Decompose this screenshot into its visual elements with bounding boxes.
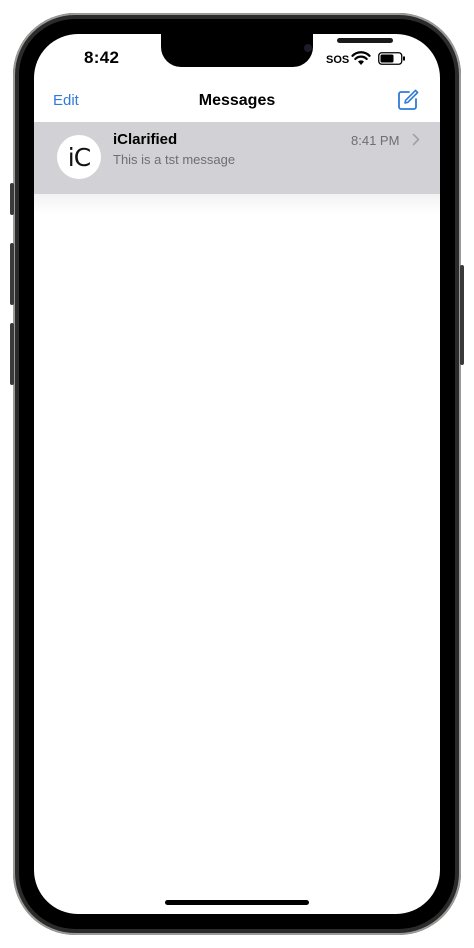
home-indicator[interactable]	[165, 900, 309, 905]
contact-name: iClarified	[113, 131, 178, 148]
notch	[161, 34, 393, 67]
conversation-row[interactable]: iC iClarified This is a tst message 8:41…	[34, 122, 440, 194]
volume-down-button	[10, 323, 14, 385]
avatar: iC	[57, 135, 101, 179]
message-timestamp: 8:41 PM	[351, 133, 400, 148]
page-title: Messages	[198, 92, 276, 109]
status-time: 8:42	[84, 48, 120, 67]
message-preview: This is a tst message	[113, 152, 236, 167]
battery-icon	[378, 52, 406, 70]
list-separator	[34, 194, 440, 214]
camera	[304, 44, 312, 52]
wifi-icon	[351, 51, 371, 71]
action-button	[10, 183, 14, 215]
volume-up-button	[10, 243, 14, 305]
chevron-right-icon	[412, 133, 420, 151]
sos-indicator: SOS	[326, 54, 350, 66]
screen: 8:42 SOS Edit Messages iC iClarified Thi…	[34, 34, 440, 914]
compose-icon[interactable]	[396, 88, 420, 117]
power-button	[460, 265, 464, 365]
speaker-grille	[337, 38, 393, 43]
nav-bar: Edit Messages	[34, 84, 440, 122]
